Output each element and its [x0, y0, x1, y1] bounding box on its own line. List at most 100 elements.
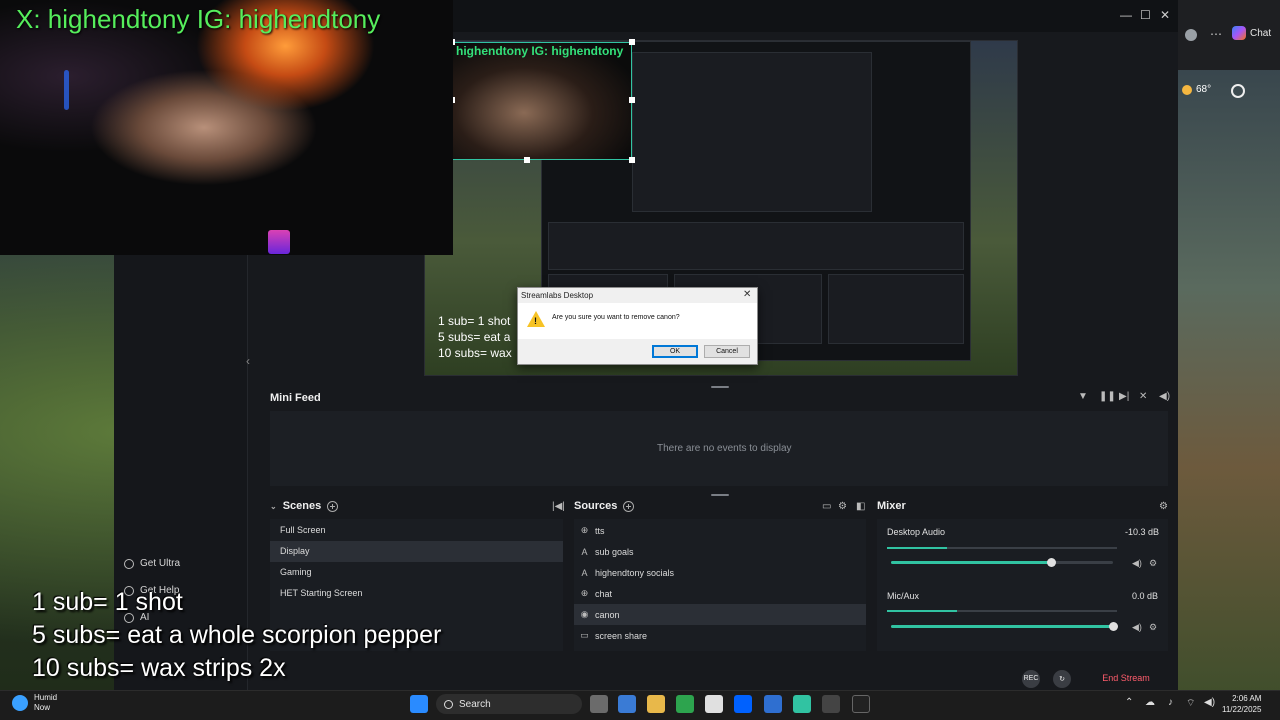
collapse-icon[interactable]: ⌄ — [270, 502, 277, 511]
get-ultra-link[interactable]: Get Ultra — [124, 558, 180, 569]
slider-knob[interactable] — [1109, 622, 1118, 631]
mixer-header: Mixer — [877, 500, 906, 512]
taskbar-clock[interactable]: 2:06 AM 11/22/2025 — [1222, 693, 1261, 715]
sources-title: Sources — [574, 500, 618, 512]
source-layers-icon[interactable]: ◧ — [856, 501, 865, 512]
globe-icon: ⊕ — [580, 525, 589, 535]
start-windows-icon[interactable] — [410, 695, 428, 713]
weather-icon — [12, 695, 28, 711]
mixer-settings-icon[interactable]: ⚙ — [1159, 501, 1168, 512]
store-icon[interactable] — [705, 695, 723, 713]
profile-avatar[interactable] — [1185, 29, 1197, 41]
mute-alerts-icon[interactable]: ✕ — [1139, 391, 1147, 402]
text-icon: A — [581, 546, 588, 557]
nested-preview — [632, 52, 872, 212]
dialog-message: Are you sure you want to remove canon? — [552, 314, 680, 321]
collapse-chevron-left-icon[interactable]: ‹ — [246, 354, 250, 368]
more-options-icon[interactable]: ⋯ — [1210, 27, 1222, 41]
mic-aux-volume-slider[interactable] — [891, 622, 1118, 631]
source-item-canon[interactable]: ◉ canon — [574, 604, 866, 625]
dialog-ok-button[interactable]: OK — [652, 345, 698, 358]
minimize-icon[interactable]: — — [1120, 8, 1132, 22]
resize-handle[interactable] — [629, 157, 635, 163]
scenes-title: Scenes — [282, 500, 322, 512]
browser-weather[interactable]: 68° — [1182, 84, 1211, 95]
dialog-body — [518, 303, 757, 339]
resize-handle[interactable] — [524, 157, 530, 163]
tray-overflow-icon[interactable]: ⌃ — [1125, 697, 1133, 708]
close-icon[interactable]: ✕ — [1160, 8, 1170, 22]
scene-item-display[interactable]: Display — [270, 541, 563, 562]
replay-buffer-icon[interactable]: ↻ — [1053, 670, 1071, 688]
slider-fill — [891, 625, 1113, 628]
wifi-icon[interactable]: ⌔ — [1186, 697, 1195, 710]
slider-fill — [891, 561, 1051, 564]
source-tools-icon[interactable]: ⚙ — [838, 501, 847, 512]
clock-date: 11/22/2025 — [1222, 705, 1262, 714]
scene-item-het-starting-screen[interactable]: HET Starting Screen — [270, 583, 563, 604]
mini-feed-title: Mini Feed — [270, 392, 321, 404]
copilot-chat-button[interactable]: Chat — [1232, 26, 1271, 40]
scene-transition-icon[interactable]: |◀| — [552, 501, 565, 512]
source-folder-icon[interactable]: ▭ — [822, 501, 831, 512]
nested-mini-feed — [548, 222, 964, 270]
channel-settings-icon[interactable]: ⚙ — [1149, 558, 1157, 569]
resize-drag-bar[interactable] — [711, 494, 729, 496]
scene-item-full-screen[interactable]: Full Screen — [270, 520, 563, 541]
source-item-sub-goals[interactable]: A sub goals — [574, 541, 866, 562]
speaker-icon[interactable]: ◀) — [1132, 622, 1142, 633]
slider-knob[interactable] — [1046, 558, 1056, 567]
add-source-icon[interactable] — [623, 500, 635, 512]
copilot-taskbar-icon[interactable] — [618, 695, 636, 713]
sub-rule-line: 5 subs= eat a whole scorpion pepper — [32, 621, 442, 649]
rgb-light — [268, 230, 290, 254]
dropbox-icon[interactable] — [734, 695, 752, 713]
end-stream-button[interactable]: End Stream — [1084, 669, 1168, 687]
taskbar-weather[interactable]: Humid Now — [12, 693, 57, 713]
mail-icon[interactable] — [764, 695, 782, 713]
taskbar-search[interactable]: Search — [436, 694, 582, 714]
preview-rule-line: 1 sub= 1 shot — [438, 314, 511, 328]
scene-item-gaming[interactable]: Gaming — [270, 562, 563, 583]
resize-handle[interactable] — [629, 97, 635, 103]
edge-browser-icon[interactable] — [676, 695, 694, 713]
task-view-icon[interactable] — [590, 695, 608, 713]
source-label: screen share — [595, 630, 648, 641]
source-item-tts[interactable]: ⊕ tts — [574, 520, 866, 541]
desktop-audio-volume-slider[interactable] — [891, 558, 1113, 567]
pause-icon[interactable]: ❚❚ — [1099, 391, 1116, 402]
maximize-icon[interactable]: ☐ — [1140, 8, 1151, 22]
resize-handle[interactable] — [629, 39, 635, 45]
rec-button[interactable]: REC — [1022, 670, 1040, 688]
speaker-icon[interactable]: ◀) — [1132, 558, 1142, 569]
background-light — [64, 70, 69, 110]
volume-tray-icon[interactable]: ◀) — [1204, 697, 1215, 708]
monitor-icon: ▭ — [580, 630, 589, 640]
epic-games-icon[interactable] — [852, 695, 870, 713]
source-label: highendtony socials — [595, 567, 675, 578]
source-item-highendtony-socials[interactable]: A highendtony socials — [574, 562, 866, 583]
volume-icon[interactable]: ◀) — [1159, 391, 1170, 402]
streamlabs-taskbar-icon[interactable] — [793, 695, 811, 713]
source-item-chat[interactable]: ⊕ chat — [574, 583, 866, 604]
channel-settings-icon[interactable]: ⚙ — [1149, 622, 1157, 633]
onedrive-icon[interactable]: ☁ — [1145, 697, 1155, 708]
file-explorer-icon[interactable] — [647, 695, 665, 713]
app-icon[interactable] — [822, 695, 840, 713]
source-selection-box[interactable] — [452, 42, 632, 160]
dialog-cancel-button[interactable]: Cancel — [704, 345, 750, 358]
weather-sub: Now — [34, 703, 51, 712]
resize-drag-bar[interactable] — [711, 386, 729, 388]
filter-icon[interactable]: ▼ — [1078, 391, 1088, 402]
add-scene-icon[interactable] — [327, 500, 339, 512]
mixer-panel — [877, 519, 1168, 651]
chat-label: Chat — [1250, 27, 1272, 39]
social-handle-text: X: highendtony IG: highendtony — [16, 4, 381, 34]
settings-gear-icon[interactable] — [1231, 84, 1245, 98]
source-label: tts — [595, 525, 605, 536]
source-item-screen-share[interactable]: ▭ screen share — [574, 625, 866, 646]
skip-icon[interactable]: ▶| — [1119, 391, 1129, 402]
dialog-close-icon[interactable]: ✕ — [743, 289, 751, 300]
microphone-icon[interactable]: ♪ — [1168, 697, 1173, 708]
source-label: chat — [595, 588, 613, 599]
